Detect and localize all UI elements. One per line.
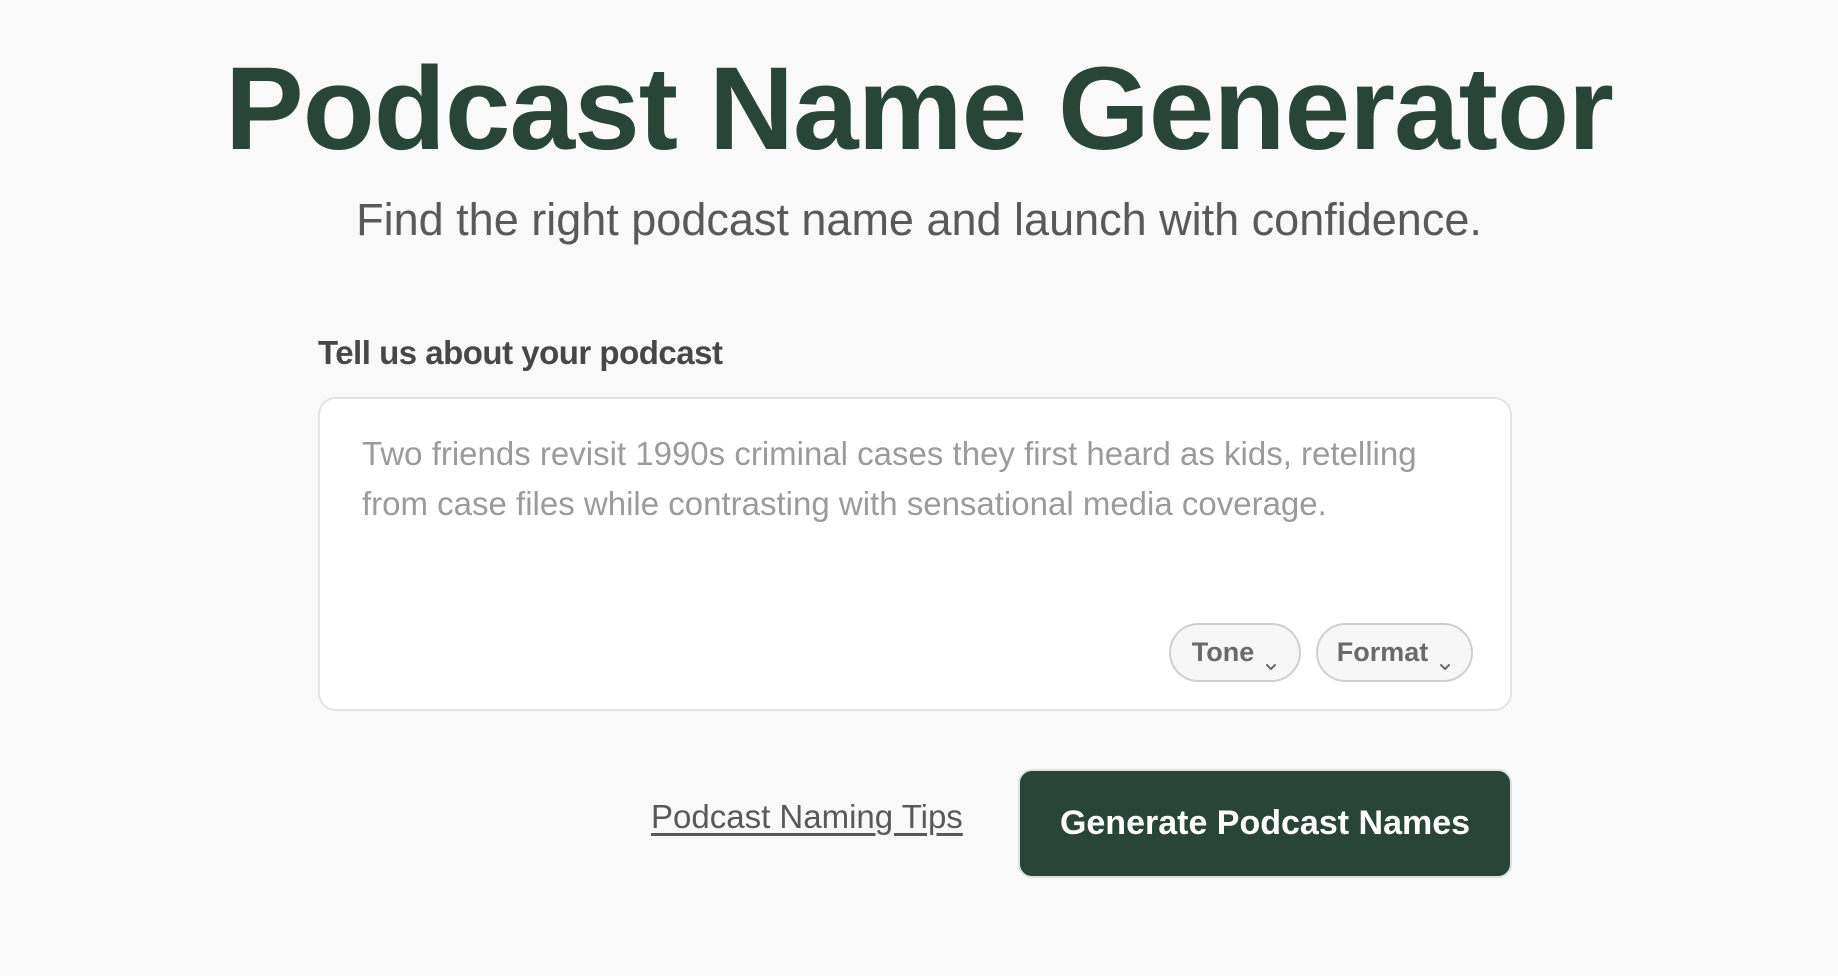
page: Podcast Name Generator Find the right po… [0,0,1838,976]
description-box: Tone Format [318,397,1512,711]
chevron-down-icon [1438,648,1452,670]
tone-dropdown[interactable]: Tone [1169,623,1301,682]
generate-names-button[interactable]: Generate Podcast Names [1018,769,1512,878]
page-title: Podcast Name Generator [225,43,1614,175]
page-subtitle: Find the right podcast name and launch w… [356,194,1482,245]
format-dropdown[interactable]: Format [1316,623,1473,682]
description-label: Tell us about your podcast [318,334,723,371]
tone-dropdown-label: Tone [1191,637,1255,667]
description-textarea[interactable] [362,429,1462,579]
naming-tips-link[interactable]: Podcast Naming Tips [651,798,963,836]
chevron-down-icon [1264,648,1278,670]
format-dropdown-label: Format [1336,637,1429,667]
